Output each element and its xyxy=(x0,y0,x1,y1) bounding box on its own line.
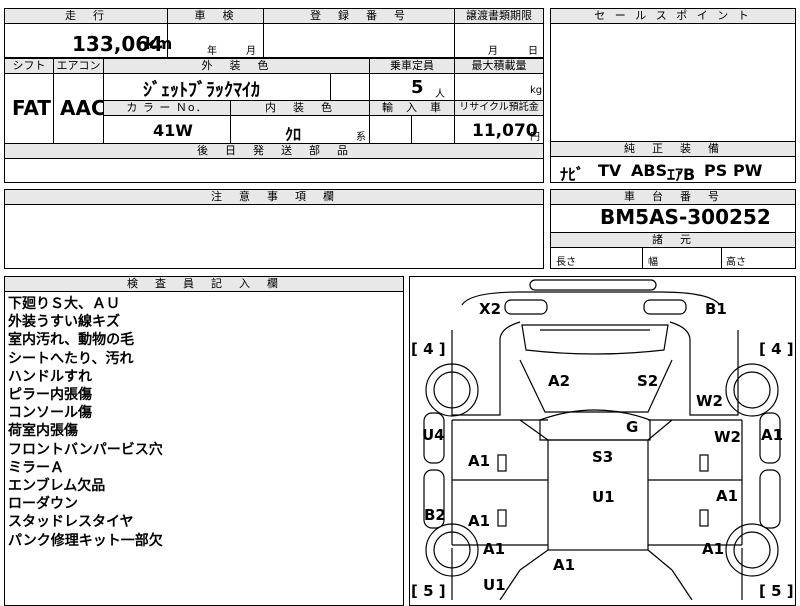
left-quarter-panel xyxy=(451,321,521,416)
damage-code: A1 xyxy=(483,540,506,558)
damage-code: A2 xyxy=(548,372,571,390)
right-step-shape xyxy=(759,469,781,529)
side-door-edges xyxy=(451,420,743,545)
rear-window-outline xyxy=(521,324,669,355)
wheel-front-right-inner xyxy=(733,531,771,569)
left-handle-lower xyxy=(497,509,507,527)
cabin-links-lower xyxy=(519,549,673,571)
damage-code: B2 xyxy=(424,506,446,524)
damage-code: A1 xyxy=(761,426,784,444)
damage-code: G xyxy=(626,418,639,436)
car-damage-diagram xyxy=(423,279,781,600)
damage-code: A1 xyxy=(716,487,739,505)
damage-code: W2 xyxy=(714,428,741,446)
tire-front-right-label: [ 5 ] xyxy=(759,582,794,600)
wheel-rear-right-inner xyxy=(733,371,771,409)
rear-spoiler-shape xyxy=(529,279,657,291)
damage-code: A1 xyxy=(468,512,491,530)
damage-code: U1 xyxy=(483,576,506,594)
damage-code: U4 xyxy=(422,426,445,444)
damage-code: A1 xyxy=(468,452,491,470)
left-handle-upper xyxy=(497,454,507,472)
damage-code: S3 xyxy=(592,448,614,466)
damage-code: S2 xyxy=(637,372,659,390)
damage-code: U1 xyxy=(592,488,615,506)
cabin-links-upper xyxy=(519,419,673,441)
damage-code: A1 xyxy=(553,556,576,574)
damage-code: A1 xyxy=(702,540,725,558)
right-handle-upper xyxy=(699,454,709,472)
right-handle-lower xyxy=(699,509,709,527)
damage-code: W2 xyxy=(696,392,723,410)
rear-lamp-left xyxy=(504,299,548,315)
damage-code: X2 xyxy=(479,300,502,318)
windshield-edges xyxy=(499,569,693,600)
tire-rear-right-label: [ 4 ] xyxy=(759,340,794,358)
tire-rear-left-label: [ 4 ] xyxy=(411,340,446,358)
tire-front-left-label: [ 5 ] xyxy=(411,582,446,600)
rear-lamp-right xyxy=(643,299,687,315)
damage-code: B1 xyxy=(705,300,727,318)
